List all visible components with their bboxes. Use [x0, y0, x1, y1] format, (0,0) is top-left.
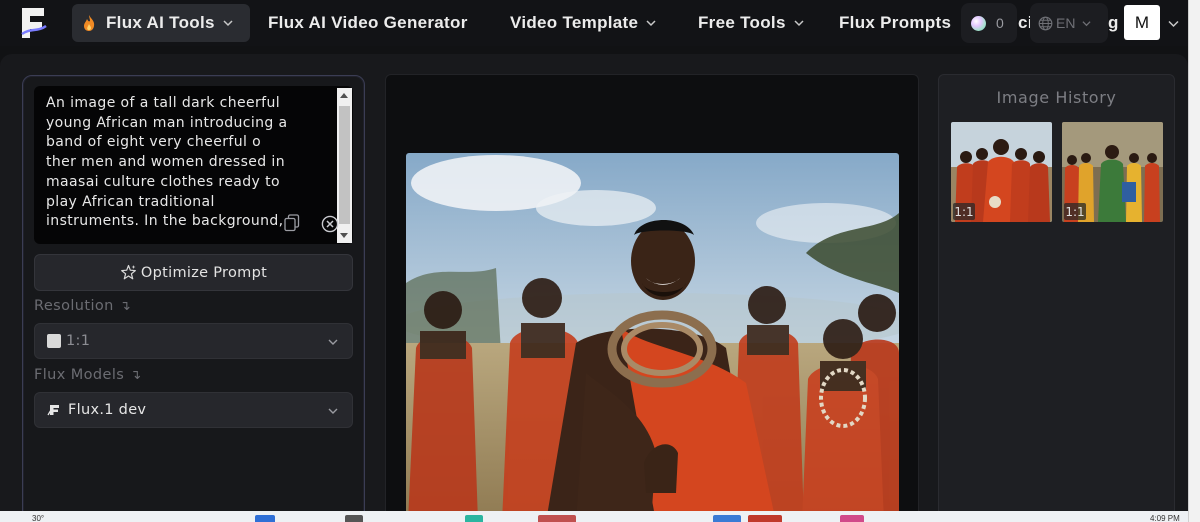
- chevron-down-icon[interactable]: [1168, 18, 1179, 29]
- taskbar-app-icon[interactable]: [713, 515, 741, 522]
- taskbar-app-icon[interactable]: [345, 515, 363, 522]
- resolution-label: Resolution ↴: [34, 298, 131, 314]
- scroll-down-arrow-icon[interactable]: [340, 233, 348, 238]
- chevron-down-icon: [794, 20, 804, 27]
- scroll-up-arrow-icon[interactable]: [340, 93, 348, 98]
- taskbar-temperature: 30°: [32, 514, 45, 522]
- nav-item-label: Flux Prompts: [839, 13, 952, 32]
- app-window: Flux AI Tools Flux AI Video Generator Vi…: [0, 0, 1200, 522]
- nav-overlap-text: g: [1108, 4, 1119, 42]
- resolution-value: 1:1: [66, 333, 91, 349]
- history-thumbnail[interactable]: 1:1: [1062, 122, 1163, 222]
- prompt-line: band of eight very cheerful o: [46, 134, 262, 151]
- flux-models-label: Flux Models ↴: [34, 367, 142, 383]
- prompt-line: play African traditional: [46, 193, 215, 210]
- copy-icon[interactable]: [284, 214, 300, 232]
- taskbar-app-icon[interactable]: [465, 515, 483, 522]
- square-ratio-icon: [47, 334, 61, 348]
- clear-circle-x-icon[interactable]: [321, 215, 339, 233]
- resolution-select[interactable]: 1:1: [34, 323, 353, 359]
- prompt-scrollbar[interactable]: [337, 88, 352, 243]
- generated-image[interactable]: [406, 153, 899, 522]
- flame-icon: [84, 15, 95, 31]
- nav-overlap-fragment: g: [1108, 13, 1119, 32]
- prompt-line: ther men and women dressed in: [46, 154, 285, 171]
- sparkle-star-icon: [121, 264, 136, 280]
- nav-flux-prompts[interactable]: Flux Prompts: [839, 4, 951, 42]
- flux-logo-icon[interactable]: [16, 4, 50, 42]
- credits-count: 0: [996, 15, 1004, 31]
- history-ratio-badge: 1:1: [953, 203, 975, 220]
- taskbar-clock: 4:09 PM: [1150, 514, 1180, 522]
- nav-item-label: Flux AI Tools: [106, 13, 215, 32]
- corner-arrow-icon: ↴: [130, 367, 142, 383]
- optimize-label: Optimize Prompt: [140, 264, 268, 281]
- nav-flux-ai-video-generator[interactable]: Flux AI Video Generator: [268, 4, 468, 42]
- flux-model-value: Flux.1 dev: [68, 402, 147, 418]
- history-ratio-badge: 1:1: [1064, 203, 1086, 220]
- corner-arrow-icon: ↴: [119, 298, 132, 314]
- image-history-title: Image History: [996, 88, 1117, 107]
- scrollbar-thumb[interactable]: [339, 106, 350, 224]
- chevron-down-icon: [223, 20, 233, 27]
- chevron-down-icon: [1082, 20, 1091, 26]
- optimize-prompt-button[interactable]: Optimize Prompt: [34, 254, 353, 291]
- resolution-label-text: Resolution: [34, 298, 114, 314]
- flux-model-icon: [47, 405, 59, 416]
- windows-start-icon[interactable]: [255, 515, 275, 522]
- nav-flux-ai-tools[interactable]: Flux AI Tools: [72, 4, 250, 42]
- user-avatar[interactable]: M: [1124, 5, 1160, 40]
- chevron-down-icon: [328, 408, 338, 414]
- nav-item-label: Flux AI Video Generator: [268, 13, 468, 32]
- flux-models-label-text: Flux Models: [34, 367, 125, 383]
- taskbar-app-icon[interactable]: [748, 515, 782, 522]
- language-code: EN: [1056, 15, 1076, 31]
- nav-video-template[interactable]: Video Template: [510, 4, 656, 42]
- chevron-down-icon: [646, 20, 656, 27]
- prompt-line: An image of a tall dark cheerful: [46, 95, 281, 111]
- generated-image-illustration: [406, 153, 899, 522]
- nav-free-tools[interactable]: Free Tools: [698, 4, 804, 42]
- history-thumbnail[interactable]: 1:1: [951, 122, 1052, 222]
- nav-item-label: Free Tools: [698, 13, 786, 32]
- taskbar-app-icon[interactable]: [538, 515, 576, 522]
- taskbar-app-icon[interactable]: [840, 515, 864, 522]
- credits-badge[interactable]: 0: [961, 3, 1017, 43]
- prompt-line: maasai culture clothes ready to: [46, 173, 280, 190]
- page-scrollbar[interactable]: [1188, 0, 1200, 522]
- prompt-line: young African man introducing a: [46, 114, 288, 131]
- top-navigation: Flux AI Tools Flux AI Video Generator Vi…: [0, 0, 1200, 46]
- avatar-initial: M: [1134, 12, 1150, 32]
- globe-icon: [1038, 16, 1053, 30]
- os-taskbar: [0, 511, 1200, 522]
- prompt-text[interactable]: An image of a tall dark cheerful young A…: [46, 94, 328, 232]
- nav-item-label: Video Template: [510, 13, 639, 32]
- chevron-down-icon: [328, 339, 338, 345]
- language-selector[interactable]: EN: [1030, 3, 1108, 43]
- credits-orb-icon: [971, 15, 986, 31]
- flux-model-select[interactable]: Flux.1 dev: [34, 392, 353, 428]
